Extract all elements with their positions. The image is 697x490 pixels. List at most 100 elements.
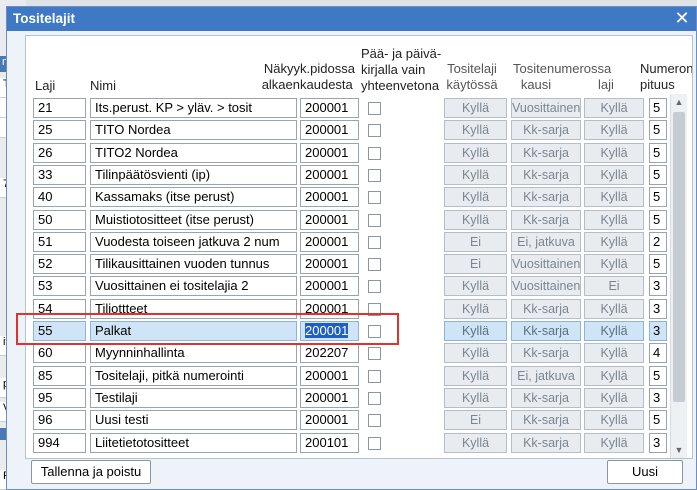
pituus-field[interactable]: 5 xyxy=(649,98,667,118)
save-and-exit-button[interactable]: Tallenna ja poistu xyxy=(31,460,151,484)
paa-paiva-checkbox[interactable] xyxy=(368,369,381,383)
nimi-field[interactable]: Palkat xyxy=(90,321,297,341)
laji-button[interactable]: Kyllä xyxy=(584,298,644,319)
kausi-select[interactable]: Kk-sarja xyxy=(511,298,581,319)
laji-field[interactable]: 26 xyxy=(33,142,86,163)
kausi-select[interactable]: Kk-sarja xyxy=(511,321,581,341)
kaytossa-button[interactable]: Kyllä xyxy=(444,432,507,453)
paa-paiva-checkbox[interactable] xyxy=(368,347,381,361)
new-button[interactable]: Uusi xyxy=(607,460,683,484)
table-row[interactable]: 95 Testilaji 200001 Kyllä Kk-sarja Kyllä 3 xyxy=(26,386,692,408)
nimi-field[interactable]: Tiliottteet xyxy=(90,298,297,319)
laji-field[interactable]: 55 xyxy=(33,321,86,341)
laji-field[interactable]: 50 xyxy=(33,209,86,230)
kp-kaudesta-field[interactable]: 200001 xyxy=(300,142,359,163)
paa-paiva-checkbox[interactable] xyxy=(368,191,381,205)
laji-field[interactable]: 53 xyxy=(33,276,86,297)
nimi-field[interactable]: Its.perust. KP > yläv. > tosit xyxy=(90,98,297,118)
table-row[interactable]: 96 Uusi testi 200001 Ei Kk-sarja Kyllä 5 xyxy=(26,408,692,431)
kausi-select[interactable]: Vuosittainen xyxy=(511,276,581,297)
pituus-field[interactable]: 5 xyxy=(649,142,667,163)
nimi-field[interactable]: TITO Nordea xyxy=(90,120,297,141)
nimi-field[interactable]: Vuosittainen ei tositelajia 2 xyxy=(90,276,297,297)
kp-kaudesta-field[interactable]: 200001 xyxy=(300,120,359,141)
pituus-field[interactable]: 3 xyxy=(649,387,667,408)
kausi-select[interactable]: Ei, jatkuva xyxy=(511,365,581,386)
paa-paiva-checkbox[interactable] xyxy=(368,146,381,160)
table-row[interactable]: 50 Muistiotositteet (itse perust) 200001 Ky… xyxy=(26,208,692,230)
scroll-thumb[interactable] xyxy=(673,112,685,402)
kausi-select[interactable]: Kk-sarja xyxy=(511,120,581,141)
kaytossa-button[interactable]: Kyllä xyxy=(444,98,507,118)
kausi-select[interactable]: Kk-sarja xyxy=(511,187,581,208)
table-row[interactable]: 53 Vuosittainen ei tositelajia 2 200001 Kyl… xyxy=(26,274,692,297)
paa-paiva-checkbox[interactable] xyxy=(368,391,381,405)
pituus-field[interactable]: 5 xyxy=(649,410,667,431)
laji-field[interactable]: 96 xyxy=(33,410,86,431)
laji-button[interactable]: Kyllä xyxy=(584,209,644,230)
laji-field[interactable]: 25 xyxy=(33,120,86,141)
table-row[interactable]: 52 Tilikausittainen vuoden tunnus 200001 Ei… xyxy=(26,252,692,275)
nimi-field[interactable]: Kassamaks (itse perust) xyxy=(90,187,297,208)
pituus-field[interactable]: 5 xyxy=(649,120,667,141)
paa-paiva-checkbox[interactable] xyxy=(368,235,381,249)
table-row[interactable]: 40 Kassamaks (itse perust) 200001 Kyllä Kk-s… xyxy=(26,185,692,208)
nimi-field[interactable]: Tositelaji, pitkä numerointi xyxy=(90,365,297,386)
laji-field[interactable]: 52 xyxy=(33,254,86,275)
laji-field[interactable]: 40 xyxy=(33,187,86,208)
kaytossa-button[interactable]: Kyllä xyxy=(444,164,507,185)
table-row[interactable]: 85 Tositelaji, pitkä numerointi 200001 Kyll… xyxy=(26,364,692,386)
laji-button[interactable]: Kyllä xyxy=(584,365,644,386)
table-row[interactable]: 54 Tiliottteet 200001 Kyllä Kk-sarja Kyllä 3 xyxy=(26,297,692,319)
kp-kaudesta-field[interactable]: 200001 xyxy=(300,321,359,341)
pituus-field[interactable]: 3 xyxy=(649,298,667,319)
laji-button[interactable]: Kyllä xyxy=(584,187,644,208)
kausi-select[interactable]: Kk-sarja xyxy=(511,209,581,230)
kaytossa-button[interactable]: Kyllä xyxy=(444,365,507,386)
kausi-select[interactable]: Kk-sarja xyxy=(511,387,581,408)
nimi-field[interactable]: Muistiotositteet (itse perust) xyxy=(90,209,297,230)
pituus-field[interactable]: 2 xyxy=(649,231,667,252)
nimi-field[interactable]: Liitetietotositteet xyxy=(90,432,297,453)
dialog-titlebar[interactable]: Tositelajit ✕ xyxy=(7,7,696,31)
kp-kaudesta-field[interactable]: 200001 xyxy=(300,387,359,408)
table-row[interactable]: 994 Liitetietotositteet 200101 Kyllä Kk-sarj… xyxy=(26,431,692,453)
pituus-field[interactable]: 5 xyxy=(649,254,667,275)
vertical-scrollbar[interactable]: ▲ ▼ xyxy=(670,94,687,458)
table-row[interactable]: 33 Tilinpäätösvienti (ip) 200001 Kyllä Kk-sa… xyxy=(26,163,692,185)
laji-button[interactable]: Kyllä xyxy=(584,231,644,252)
pituus-field[interactable]: 3 xyxy=(649,432,667,453)
nimi-field[interactable]: Testilaji xyxy=(90,387,297,408)
laji-field[interactable]: 21 xyxy=(33,98,86,118)
kaytossa-button[interactable]: Kyllä xyxy=(444,120,507,141)
laji-button[interactable]: Kyllä xyxy=(584,254,644,275)
table-row[interactable]: 55 Palkat 200001 Kyllä Kk-sarja Kyllä 3 xyxy=(26,319,692,341)
kausi-select[interactable]: Kk-sarja xyxy=(511,343,581,364)
kaytossa-button[interactable]: Kyllä xyxy=(444,209,507,230)
laji-button[interactable]: Kyllä xyxy=(584,120,644,141)
pituus-field[interactable]: 3 xyxy=(649,321,667,341)
paa-paiva-checkbox[interactable] xyxy=(368,168,381,182)
nimi-field[interactable]: Uusi testi xyxy=(90,410,297,431)
laji-field[interactable]: 51 xyxy=(33,231,86,252)
paa-paiva-checkbox[interactable] xyxy=(368,414,381,428)
kp-kaudesta-field[interactable]: 202207 xyxy=(300,343,359,364)
kp-kaudesta-field[interactable]: 200001 xyxy=(300,98,359,118)
kp-kaudesta-field[interactable]: 200001 xyxy=(300,365,359,386)
close-icon[interactable]: ✕ xyxy=(672,8,692,28)
laji-field[interactable]: 54 xyxy=(33,298,86,319)
table-row[interactable]: 25 TITO Nordea 200001 Kyllä Kk-sarja Kyllä 5 xyxy=(26,118,692,141)
kausi-select[interactable]: Ei, jatkuva xyxy=(511,231,581,252)
laji-button[interactable]: Kyllä xyxy=(584,164,644,185)
laji-button[interactable]: Kyllä xyxy=(584,142,644,163)
laji-button[interactable]: Kyllä xyxy=(584,321,644,341)
kaytossa-button[interactable]: Kyllä xyxy=(444,187,507,208)
nimi-field[interactable]: Vuodesta toiseen jatkuva 2 num xyxy=(90,231,297,252)
pituus-field[interactable]: 5 xyxy=(649,164,667,185)
kaytossa-button[interactable]: Kyllä xyxy=(444,298,507,319)
kp-kaudesta-field[interactable]: 200001 xyxy=(300,410,359,431)
nimi-field[interactable]: Tilikausittainen vuoden tunnus xyxy=(90,254,297,275)
kaytossa-button[interactable]: Ei xyxy=(444,254,507,275)
paa-paiva-checkbox[interactable] xyxy=(368,213,381,227)
laji-button[interactable]: Kyllä xyxy=(584,410,644,431)
